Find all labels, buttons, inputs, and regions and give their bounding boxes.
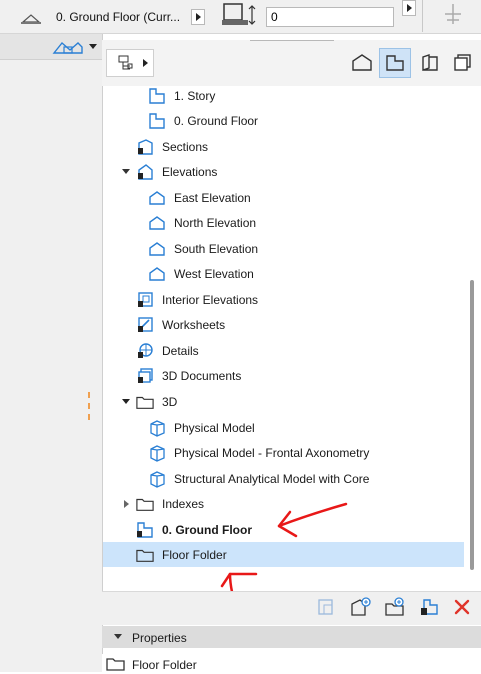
layout-book-icon	[422, 54, 438, 71]
tree-item-ground-floor-bold[interactable]: 0. Ground Floor	[136, 517, 252, 542]
delete-icon[interactable]	[452, 597, 472, 617]
tree-item-label: Indexes	[162, 496, 205, 511]
gravity-icon[interactable]	[440, 2, 466, 26]
tree-item-indexes[interactable]: Indexes	[136, 491, 204, 516]
story-icon	[148, 112, 166, 130]
tree-item-west-elevation[interactable]: West Elevation	[148, 261, 254, 286]
tree-item-label: Floor Folder	[162, 547, 227, 562]
elevation-offset-icon	[222, 2, 258, 28]
drag-handle[interactable]	[88, 392, 92, 420]
project-map-tab[interactable]	[346, 48, 378, 78]
folder-icon	[136, 495, 154, 513]
properties-folder-icon	[106, 657, 126, 671]
view-map-icon	[386, 55, 404, 71]
publisher-sets-icon	[454, 54, 471, 71]
folder-icon	[136, 546, 154, 564]
story-selector[interactable]: 0. Ground Floor (Curr...	[56, 10, 180, 24]
story-icon	[136, 521, 154, 539]
tree-scrollbar[interactable]	[470, 280, 474, 570]
clone-folder-icon[interactable]	[316, 597, 336, 617]
tree-item-label: 3D	[162, 394, 178, 409]
tree-item-3d-documents[interactable]: 3D Documents	[136, 363, 241, 388]
tree-item-interior-elevations[interactable]: Interior Elevations	[136, 287, 258, 312]
tree-item-label: South Elevation	[174, 241, 259, 256]
left-panel	[0, 34, 102, 672]
tree-item-structural-model[interactable]: Structural Analytical Model with Core	[148, 466, 369, 491]
story-icon	[20, 8, 42, 26]
properties-name-value: Floor Folder	[132, 658, 197, 672]
tree-item-label: 3D Documents	[162, 368, 242, 383]
folder-icon	[136, 393, 154, 411]
detail-icon	[136, 342, 154, 360]
new-folder-icon[interactable]	[384, 596, 406, 618]
tree-item-label: West Elevation	[174, 266, 254, 281]
elevation-view-icon	[148, 265, 166, 283]
tree-item-label: Physical Model	[174, 420, 255, 435]
3d-view-icon	[148, 470, 166, 488]
tree-item-details[interactable]: Details	[136, 338, 199, 363]
view-map-tab[interactable]	[379, 48, 411, 78]
tree-item-label: Sections	[162, 139, 209, 154]
view-settings-icon[interactable]	[418, 596, 440, 618]
properties-title: Properties	[132, 631, 187, 645]
tree-item-label: Structural Analytical Model with Core	[174, 471, 370, 486]
elevation-view-icon	[148, 189, 166, 207]
publisher-sets-tab[interactable]	[447, 48, 479, 78]
tree-item-label: Elevations	[162, 164, 218, 179]
elevation-next-button[interactable]	[402, 0, 416, 16]
tree-item-south-elevation[interactable]: South Elevation	[148, 236, 258, 261]
story-icon	[148, 87, 166, 105]
tree-item-north-elevation[interactable]: North Elevation	[148, 210, 256, 235]
3d-document-icon	[136, 367, 154, 385]
tree-item-label: Details	[162, 343, 199, 358]
layout-book-tab[interactable]	[414, 48, 446, 78]
left-panel-selection	[0, 34, 102, 60]
project-map-icon	[118, 55, 133, 70]
tree-item-physical-model[interactable]: Physical Model	[148, 415, 255, 440]
properties-collapse-icon[interactable]	[114, 634, 122, 639]
tree-item-label: Worksheets	[162, 317, 226, 332]
tree-item-label: 0. Ground Floor	[162, 522, 252, 537]
story-next-button[interactable]	[191, 9, 205, 25]
worksheet-icon	[136, 316, 154, 334]
elevation-view-icon	[148, 214, 166, 232]
3d-view-icon	[148, 444, 166, 462]
tree-item-floor-folder[interactable]: Floor Folder	[136, 542, 227, 567]
tree-item-ground-floor[interactable]: 0. Ground Floor	[148, 108, 258, 133]
3d-view-icon	[148, 419, 166, 437]
map-selector-button[interactable]	[106, 49, 154, 77]
tree-item-label: North Elevation	[174, 215, 257, 230]
tree-item-label: 1. Story	[174, 88, 216, 103]
new-view-icon[interactable]	[350, 596, 372, 618]
tree-item-3d[interactable]: 3D	[136, 389, 177, 414]
tree-item-elevations[interactable]: Elevations	[136, 159, 217, 184]
tree-item-east-elevation[interactable]: East Elevation	[148, 185, 251, 210]
tree-item-label: East Elevation	[174, 190, 251, 205]
elevation-icon	[136, 163, 154, 181]
navigator-top-divider	[250, 40, 334, 41]
toolbar-divider	[422, 0, 423, 32]
elevation-view-icon	[148, 240, 166, 258]
house-icon	[352, 54, 372, 71]
tree-item-label: Physical Model - Frontal Axonometry	[174, 445, 370, 460]
elevations-expand-toggle[interactable]	[121, 166, 131, 176]
interior-elevation-icon	[136, 291, 154, 309]
tool-dropdown-arrow[interactable]	[89, 44, 97, 49]
3d-expand-toggle[interactable]	[121, 396, 131, 406]
annotation-arrow-right	[277, 502, 348, 538]
tree-item-label: 0. Ground Floor	[174, 113, 259, 128]
tree-item-1-story[interactable]: 1. Story	[148, 83, 215, 108]
elevation-input[interactable]	[266, 7, 394, 27]
indexes-expand-toggle[interactable]	[121, 499, 131, 509]
tree-item-label: Interior Elevations	[162, 292, 259, 307]
floor-plan-tool-icon[interactable]	[52, 38, 84, 56]
tree-item-frontal-axonometry[interactable]: Physical Model - Frontal Axonometry	[148, 440, 369, 465]
tree-item-worksheets[interactable]: Worksheets	[136, 312, 225, 337]
tree-item-sections[interactable]: Sections	[136, 134, 208, 159]
section-icon	[136, 138, 154, 156]
